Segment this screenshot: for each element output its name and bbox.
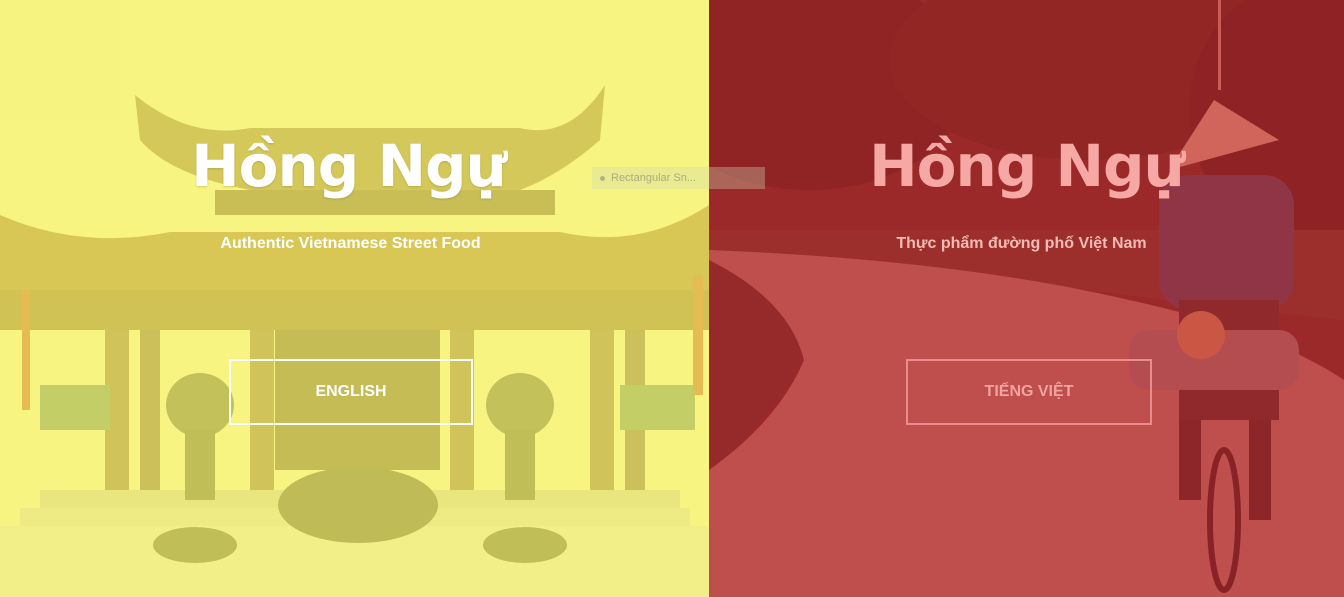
english-title: Hồng Ngự [191,132,507,200]
english-subtitle: Authentic Vietnamese Street Food [220,235,481,252]
english-content: Hồng Ngự Authentic Vietnamese Street Foo… [0,0,709,597]
english-panel[interactable]: Hồng Ngự Authentic Vietnamese Street Foo… [0,0,709,597]
vietnamese-button[interactable]: TIẾNG VIỆT [906,359,1152,425]
vietnamese-subtitle: Thực phẩm đường phố Việt Nam [896,235,1147,252]
vietnamese-panel[interactable]: Hồng Ngự Thực phẩm đường phố Việt Nam TI… [709,0,1344,597]
vietnamese-content: Hồng Ngự Thực phẩm đường phố Việt Nam TI… [709,0,1344,597]
tooltip-label: Rectangular Sn... [611,172,696,184]
shape-tooltip: Rectangular Sn... [592,167,765,189]
vietnamese-title: Hồng Ngự [869,132,1185,200]
english-button[interactable]: ENGLISH [229,359,473,425]
tooltip-dot-icon [600,175,605,181]
